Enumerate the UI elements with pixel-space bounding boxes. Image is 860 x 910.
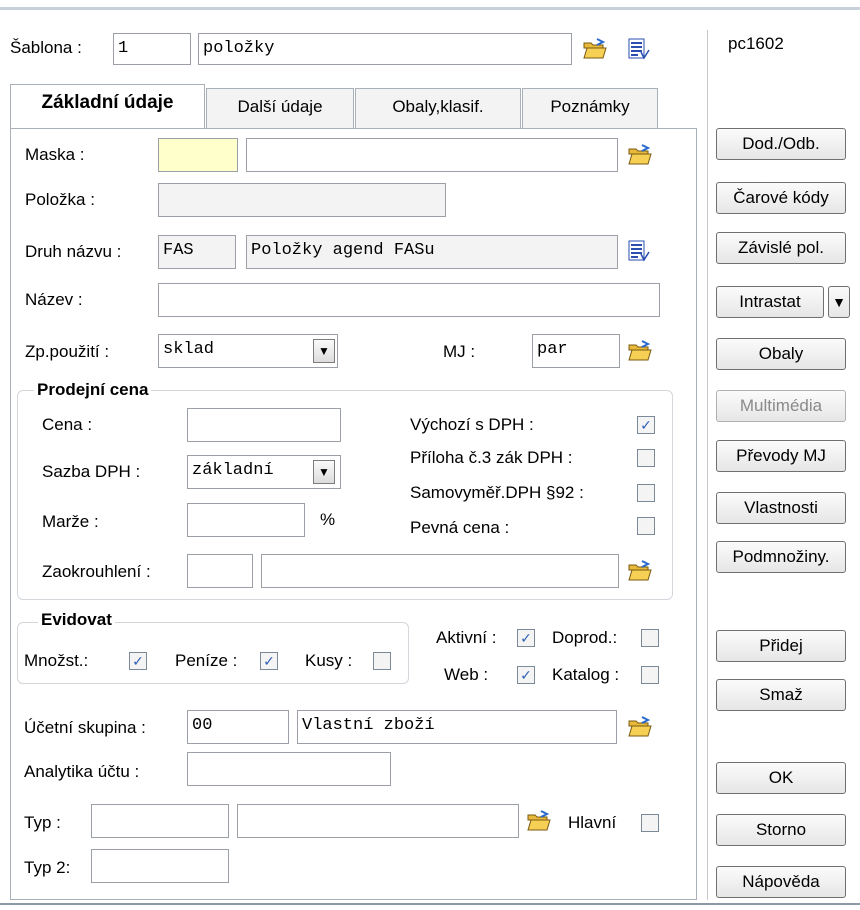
kusy-label: Kusy : bbox=[305, 651, 353, 670]
penize-label: Peníze : bbox=[175, 651, 238, 670]
template-name-input[interactable]: položky bbox=[198, 33, 572, 65]
web-checkbox[interactable]: ✓ bbox=[517, 666, 535, 684]
katalog-checkbox[interactable] bbox=[641, 666, 659, 684]
template-label: Šablona : bbox=[10, 38, 82, 57]
window-top-edge bbox=[0, 0, 860, 10]
sazba-dph-label: Sazba DPH : bbox=[42, 462, 141, 481]
zaokrouhleni-label: Zaokrouhlení : bbox=[42, 562, 151, 581]
ucetni-skupina-label: Účetní skupina : bbox=[24, 718, 146, 737]
pevna-cena-checkbox[interactable] bbox=[637, 517, 655, 535]
hlavni-label: Hlavní bbox=[568, 813, 617, 832]
pridej-button[interactable]: Přidej bbox=[716, 630, 846, 662]
mnozstvi-checkbox[interactable]: ✓ bbox=[129, 652, 147, 670]
ucetni-skupina-code[interactable]: 00 bbox=[187, 710, 289, 744]
samovymer-checkbox[interactable] bbox=[637, 484, 655, 502]
polozka-label: Položka : bbox=[25, 190, 95, 209]
napoveda-button[interactable]: Nápověda bbox=[716, 866, 846, 898]
maska-label: Maska : bbox=[25, 145, 85, 164]
tab-dalsi-udaje[interactable]: Další údaje bbox=[206, 88, 354, 128]
sazba-dph-dropdown-arrow[interactable]: ▼ bbox=[313, 460, 335, 484]
folder-open-icon[interactable] bbox=[628, 144, 652, 166]
tab-poznamky[interactable]: Poznámky bbox=[522, 88, 658, 128]
storno-button[interactable]: Storno bbox=[716, 814, 846, 846]
folder-open-icon[interactable] bbox=[628, 716, 652, 738]
vychozi-s-dph-label: Výchozí s DPH : bbox=[410, 415, 534, 434]
penize-checkbox[interactable]: ✓ bbox=[260, 652, 278, 670]
aktivni-label: Aktivní : bbox=[436, 628, 497, 647]
obaly-button[interactable]: Obaly bbox=[716, 338, 846, 370]
druh-nazvu-name[interactable]: Položky agend FASu bbox=[246, 235, 618, 269]
mj-input[interactable]: par bbox=[532, 334, 620, 368]
druh-nazvu-label: Druh názvu : bbox=[25, 242, 122, 261]
cena-label: Cena : bbox=[42, 415, 93, 434]
cena-input[interactable] bbox=[187, 408, 341, 442]
polozka-input[interactable] bbox=[158, 183, 446, 217]
kusy-checkbox[interactable] bbox=[373, 652, 391, 670]
carove-kody-button[interactable]: Čarové kódy bbox=[716, 182, 846, 214]
ucetni-skupina-name[interactable]: Vlastní zboží bbox=[297, 710, 617, 744]
priloha-checkbox[interactable] bbox=[637, 449, 655, 467]
zp-pouziti-label: Zp.použití : bbox=[25, 342, 110, 361]
analytika-uctu-input[interactable] bbox=[187, 752, 391, 786]
sazba-dph-value: základní bbox=[192, 461, 274, 480]
typ-code[interactable] bbox=[91, 804, 229, 838]
ok-button[interactable]: OK bbox=[716, 762, 846, 794]
web-label: Web : bbox=[444, 665, 489, 684]
template-code-input[interactable]: 1 bbox=[113, 33, 191, 65]
typ-text[interactable] bbox=[237, 804, 519, 838]
zavisle-pol-button[interactable]: Závislé pol. bbox=[716, 232, 846, 264]
window-bottom-edge bbox=[0, 903, 860, 905]
intrastat-dropdown-arrow[interactable]: ▼ bbox=[828, 286, 850, 318]
zaokrouhleni-text[interactable] bbox=[261, 554, 619, 588]
vlastnosti-button[interactable]: Vlastnosti bbox=[716, 492, 846, 524]
dod-odb-button[interactable]: Dod./Odb. bbox=[716, 128, 846, 160]
aktivni-checkbox[interactable]: ✓ bbox=[517, 629, 535, 647]
samovymer-label: Samovyměř.DPH §92 : bbox=[410, 483, 584, 502]
marze-input[interactable] bbox=[187, 503, 305, 537]
analytika-uctu-label: Analytika účtu : bbox=[24, 762, 140, 781]
multimedia-button[interactable]: Multimédia bbox=[716, 390, 846, 422]
typ2-input[interactable] bbox=[91, 849, 229, 883]
list-lookup-icon[interactable] bbox=[628, 240, 650, 262]
vertical-separator bbox=[707, 30, 708, 900]
folder-open-icon[interactable] bbox=[583, 38, 607, 60]
folder-open-icon[interactable] bbox=[628, 340, 652, 362]
doprodej-checkbox[interactable] bbox=[641, 629, 659, 647]
evidovat-title: Evidovat bbox=[38, 610, 115, 630]
maska-input[interactable] bbox=[158, 138, 238, 172]
vychozi-s-dph-checkbox[interactable]: ✓ bbox=[637, 416, 655, 434]
hlavni-checkbox[interactable] bbox=[641, 814, 659, 832]
zp-pouziti-dropdown-arrow[interactable]: ▼ bbox=[313, 339, 335, 363]
prodejni-cena-title: Prodejní cena bbox=[34, 380, 152, 400]
typ-label: Typ : bbox=[24, 813, 61, 832]
tab-obaly-klasif[interactable]: Obaly,klasif. bbox=[355, 88, 521, 128]
zaokrouhleni-code[interactable] bbox=[187, 554, 253, 588]
folder-open-icon[interactable] bbox=[527, 810, 551, 832]
prevody-mj-button[interactable]: Převody MJ bbox=[716, 440, 846, 472]
marze-label: Marže : bbox=[42, 512, 99, 531]
zp-pouziti-value: sklad bbox=[163, 340, 215, 359]
druh-nazvu-code[interactable]: FAS bbox=[158, 235, 236, 269]
nazev-input[interactable] bbox=[158, 283, 660, 317]
computer-name: pc1602 bbox=[728, 34, 784, 53]
priloha-label: Příloha č.3 zák DPH : bbox=[410, 448, 573, 467]
typ2-label: Typ 2: bbox=[24, 858, 71, 877]
intrastat-button[interactable]: Intrastat bbox=[716, 286, 824, 318]
nazev-label: Název : bbox=[25, 290, 83, 309]
pevna-cena-label: Pevná cena : bbox=[410, 518, 510, 537]
tab-zakladni-udaje[interactable]: Základní údaje bbox=[10, 84, 205, 128]
mj-label: MJ : bbox=[443, 342, 476, 361]
list-lookup-icon[interactable] bbox=[628, 38, 650, 60]
mnozstvi-label: Množst.: bbox=[24, 651, 89, 670]
katalog-label: Katalog : bbox=[552, 665, 620, 684]
doprodej-label: Doprod.: bbox=[552, 628, 618, 647]
podmnoziny-button[interactable]: Podmnožiny. bbox=[716, 541, 846, 573]
percent-sign: % bbox=[320, 510, 336, 529]
smaz-button[interactable]: Smaž bbox=[716, 679, 846, 711]
zp-pouziti-select[interactable]: sklad bbox=[158, 334, 338, 368]
maska-text-input[interactable] bbox=[246, 138, 618, 172]
folder-open-icon[interactable] bbox=[628, 560, 652, 582]
